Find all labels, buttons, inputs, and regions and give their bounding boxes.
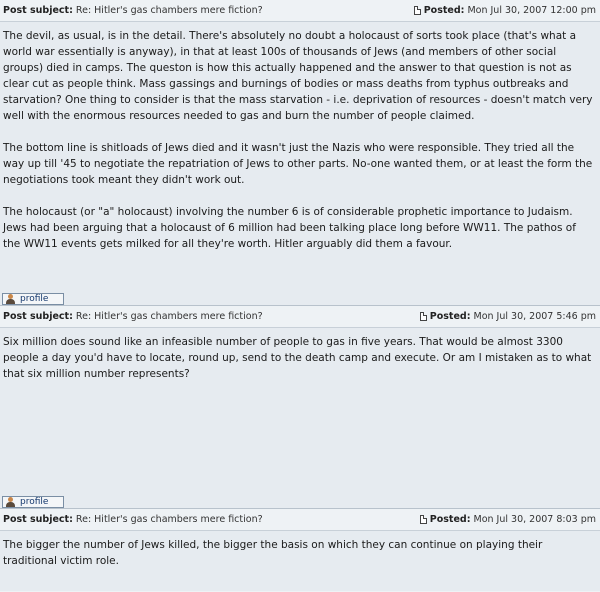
post-subject: Post subject: Re: Hitler's gas chambers … bbox=[3, 514, 263, 525]
post-body: The devil, as usual, is in the detail. T… bbox=[0, 22, 600, 286]
post-paragraph: The bigger the number of Jews killed, th… bbox=[3, 539, 543, 567]
post-footer: profile bbox=[0, 489, 600, 509]
posted-date-text: Mon Jul 30, 2007 8:03 pm bbox=[473, 514, 597, 525]
post-paragraph: The devil, as usual, is in the detail. T… bbox=[3, 30, 593, 122]
forum-post: Post subject: Re: Hitler's gas chambers … bbox=[0, 0, 600, 306]
post-date: Posted: Mon Jul 30, 2007 8:03 pm bbox=[419, 514, 597, 525]
post-header: Post subject: Re: Hitler's gas chambers … bbox=[0, 0, 600, 22]
posted-date-text: Mon Jul 30, 2007 12:00 pm bbox=[467, 5, 596, 16]
post-date: Posted: Mon Jul 30, 2007 5:46 pm bbox=[419, 311, 597, 322]
post-header: Post subject: Re: Hitler's gas chambers … bbox=[0, 306, 600, 328]
post-icon[interactable] bbox=[413, 6, 421, 15]
post-footer: profile bbox=[0, 286, 600, 306]
user-profile-icon bbox=[6, 294, 16, 304]
post-icon[interactable] bbox=[419, 312, 427, 321]
posted-label: Posted: bbox=[423, 5, 465, 16]
post-icon[interactable] bbox=[419, 515, 427, 524]
profile-button[interactable]: profile bbox=[2, 496, 64, 508]
post-header: Post subject: Re: Hitler's gas chambers … bbox=[0, 509, 600, 531]
post-subject-text: Re: Hitler's gas chambers mere fiction? bbox=[75, 311, 263, 322]
post-subject-text: Re: Hitler's gas chambers mere fiction? bbox=[75, 514, 263, 525]
post-body: Six million does sound like an infeasibl… bbox=[0, 328, 600, 489]
post-subject: Post subject: Re: Hitler's gas chambers … bbox=[3, 5, 263, 16]
post-subject-label: Post subject: bbox=[3, 311, 73, 322]
post-body: The bigger the number of Jews killed, th… bbox=[0, 531, 600, 591]
forum-post: Post subject: Re: Hitler's gas chambers … bbox=[0, 509, 600, 591]
post-paragraph: The holocaust (or "a" holocaust) involvi… bbox=[3, 206, 576, 250]
post-subject-text: Re: Hitler's gas chambers mere fiction? bbox=[75, 5, 263, 16]
posted-date-text: Mon Jul 30, 2007 5:46 pm bbox=[473, 311, 597, 322]
post-subject-label: Post subject: bbox=[3, 514, 73, 525]
post-paragraph: Six million does sound like an infeasibl… bbox=[3, 336, 592, 380]
forum-post: Post subject: Re: Hitler's gas chambers … bbox=[0, 306, 600, 509]
post-subject-label: Post subject: bbox=[3, 5, 73, 16]
profile-button[interactable]: profile bbox=[2, 293, 64, 305]
user-profile-icon bbox=[6, 497, 16, 507]
post-subject: Post subject: Re: Hitler's gas chambers … bbox=[3, 311, 263, 322]
post-date: Posted: Mon Jul 30, 2007 12:00 pm bbox=[413, 5, 596, 16]
post-paragraph: The bottom line is shitloads of Jews die… bbox=[3, 142, 593, 186]
profile-button-label: profile bbox=[20, 497, 49, 507]
profile-button-label: profile bbox=[20, 294, 49, 304]
posted-label: Posted: bbox=[429, 311, 471, 322]
posted-label: Posted: bbox=[429, 514, 471, 525]
